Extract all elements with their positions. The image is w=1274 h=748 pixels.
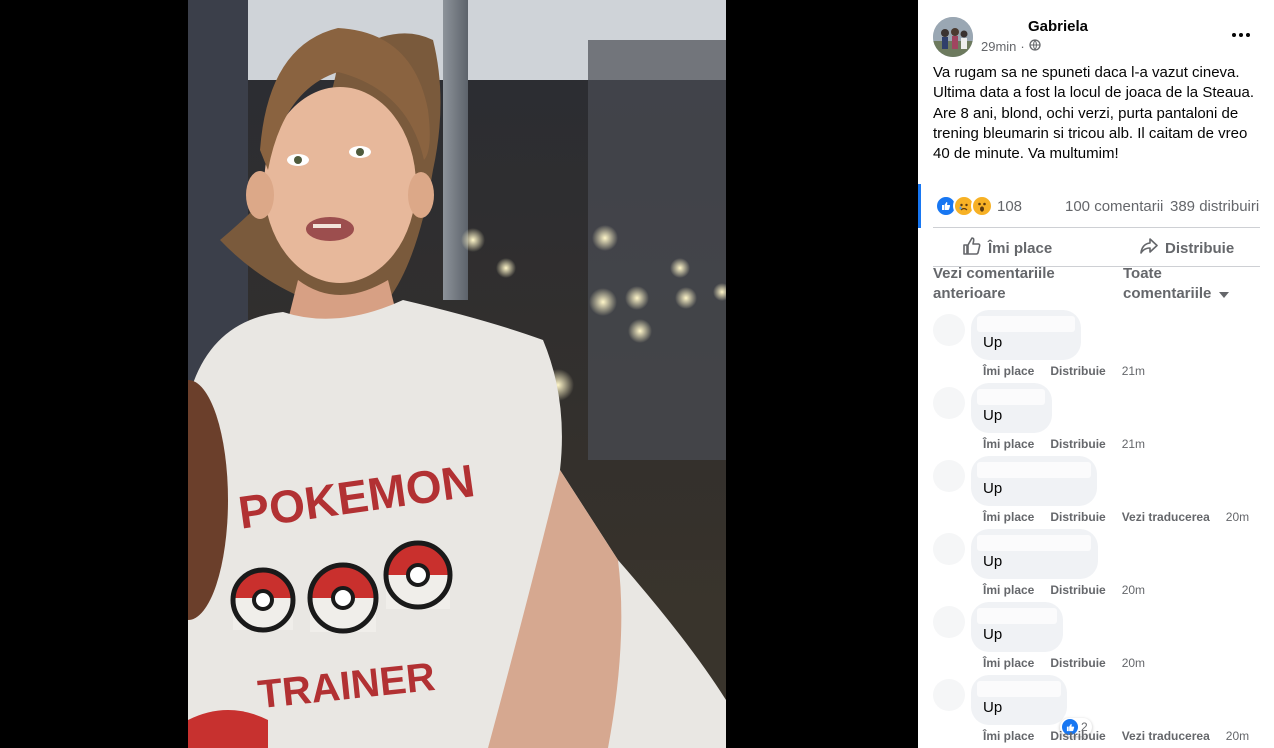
like-button[interactable]: Îmi place [962,236,1052,260]
focus-indicator [918,184,921,228]
comment-time[interactable]: 20m [1226,729,1249,743]
comment-text: Up [983,407,1003,424]
share-arrow-icon [1139,236,1159,260]
post-meta: 29min · [981,39,1041,54]
post-panel: Gabriela 29min · Va rugam sa ne spuneti … [918,0,1274,748]
comment-actions: Îmi place Distribuie Vezi traducerea 20m [983,510,1265,524]
comment-bubble: Up [971,383,1052,433]
comment-bubble: Up [971,310,1081,360]
commenter-name-redacted [977,535,1091,551]
post-photo[interactable]: POKEMON TRAINER [188,0,726,748]
commenter-avatar[interactable] [933,387,965,419]
commenter-avatar[interactable] [933,606,965,638]
comment-item: Up 2 Îmi place Distribuie Vezi traducere… [918,675,1274,748]
comment-time[interactable]: 20m [1122,583,1145,597]
comment-time[interactable]: 21m [1122,364,1145,378]
comment-share-button[interactable]: Distribuie [1050,364,1105,378]
author-avatar[interactable] [933,17,973,57]
comment-filter-label: Toate comentariile [1123,265,1212,302]
comment-item: Up Îmi place Distribuie 21m [918,310,1274,383]
photo-viewer: POKEMON TRAINER [0,0,918,748]
comment-time[interactable]: 20m [1226,510,1249,524]
comment-like-button[interactable]: Îmi place [983,437,1034,451]
translate-link[interactable]: Vezi traducerea [1122,510,1210,524]
commenter-name-redacted [977,462,1091,478]
comment-filter-dropdown[interactable]: Toate comentariile [1123,264,1253,304]
reactions-summary[interactable] [935,195,993,217]
reaction-count[interactable]: 108 [997,198,1022,215]
like-button-label: Îmi place [988,239,1053,257]
view-previous-comments-link[interactable]: Vezi comentariile anterioare [933,264,1083,304]
comment-text: Up [983,480,1003,497]
commenter-avatar[interactable] [933,533,965,565]
comment-like-button[interactable]: Îmi place [983,729,1034,743]
commenter-name-redacted [977,316,1075,332]
comment-item: Up Îmi place Distribuie Vezi traducerea … [918,456,1274,529]
comment-text: Up [983,334,1003,351]
comments-count[interactable]: 100 comentarii [1065,198,1163,215]
globe-icon [1029,39,1041,54]
post-text: Va rugam sa ne spuneti daca l-a vazut ci… [933,64,1255,163]
comment-like-button[interactable]: Îmi place [983,364,1034,378]
comment-text: Up [983,626,1003,643]
comment-like-button[interactable]: Îmi place [983,583,1034,597]
meta-separator: · [1020,39,1025,54]
commenter-name-redacted [977,389,1045,405]
comment-item: Up Îmi place Distribuie 20m [918,529,1274,602]
author-name[interactable]: Gabriela [1028,18,1088,35]
comment-bubble: Up [971,529,1098,579]
comment-like-button[interactable]: Îmi place [983,510,1034,524]
comment-text: Up [983,699,1003,716]
comment-actions: Îmi place Distribuie 20m [983,583,1161,597]
wow-reaction-icon [971,195,993,217]
thumbs-up-icon [962,236,982,260]
more-options-icon[interactable] [1231,22,1251,43]
commenter-avatar[interactable] [933,679,965,711]
comment-share-button[interactable]: Distribuie [1050,656,1105,670]
translate-link[interactable]: Vezi traducerea [1122,729,1210,743]
comment-time[interactable]: 21m [1122,437,1145,451]
comment-actions: Îmi place Distribuie 20m [983,656,1161,670]
divider [933,227,1260,228]
comment-actions: Îmi place Distribuie 21m [983,437,1161,451]
pokeball-icon [383,540,453,610]
caret-down-icon [1218,284,1229,304]
share-button-label: Distribuie [1165,239,1235,257]
post-time[interactable]: 29min [981,39,1016,54]
comment-share-button[interactable]: Distribuie [1050,729,1105,743]
share-button[interactable]: Distribuie [1139,236,1234,260]
commenter-avatar[interactable] [933,314,965,346]
commenter-name-redacted [977,608,1057,624]
comment-like-button[interactable]: Îmi place [983,656,1034,670]
comment-time[interactable]: 20m [1122,656,1145,670]
comment-bubble: Up [971,602,1063,652]
comment-actions: Îmi place Distribuie 21m [983,364,1161,378]
comment-item: Up Îmi place Distribuie 21m [918,383,1274,456]
comment-share-button[interactable]: Distribuie [1050,510,1105,524]
comment-share-button[interactable]: Distribuie [1050,437,1105,451]
comment-item: Up Îmi place Distribuie 20m [918,602,1274,675]
comment-bubble: Up [971,675,1067,725]
shares-count[interactable]: 389 distribuiri [1170,198,1259,215]
comment-bubble: Up [971,456,1097,506]
commenter-name-redacted [977,681,1061,697]
comment-share-button[interactable]: Distribuie [1050,583,1105,597]
comment-text: Up [983,553,1003,570]
commenter-avatar[interactable] [933,460,965,492]
pokeball-icon [307,562,379,634]
pokeball-icon [230,567,296,633]
comment-actions: Îmi place Distribuie Vezi traducerea 20m [983,729,1265,743]
